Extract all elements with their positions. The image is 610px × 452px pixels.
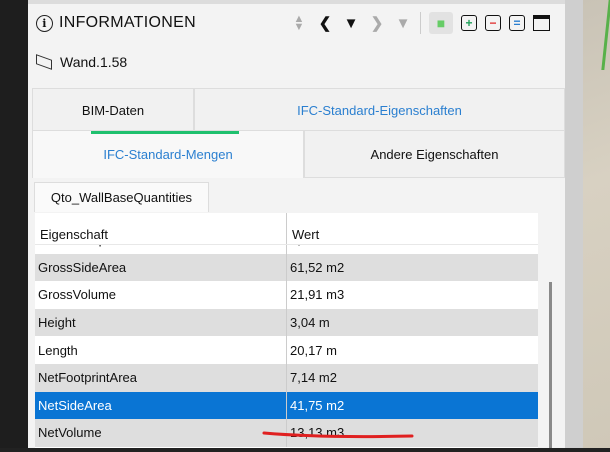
table-row[interactable]: NetSideArea 41,75 m2 xyxy=(35,391,538,420)
panel-toolbar: ▲ ▼ ❮ ▼ ❯ ▼ ■ + − = xyxy=(290,12,550,34)
add-icon[interactable]: + xyxy=(461,15,477,31)
property-name: NetFootprintArea xyxy=(35,363,287,392)
property-value: 3,04 m xyxy=(290,315,330,331)
red-annotation-underline xyxy=(262,431,414,439)
tab-bim-daten[interactable]: BIM-Daten xyxy=(32,88,194,132)
dropdown-disabled-icon[interactable]: ▼ xyxy=(394,12,412,34)
window-icon[interactable] xyxy=(533,15,550,31)
table-row[interactable]: GrossSideArea 61,52 m2 xyxy=(35,253,538,282)
remove-icon[interactable]: − xyxy=(485,15,501,31)
table-row[interactable]: Length 20,17 m xyxy=(35,336,538,364)
panel-header: i INFORMATIONEN xyxy=(36,14,196,32)
property-value: 41,75 m2 xyxy=(290,397,345,413)
info-icon: i xyxy=(36,14,53,32)
scrollbar[interactable] xyxy=(549,282,552,452)
property-name: Length xyxy=(35,336,287,364)
tab-label: IFC-Standard-Mengen xyxy=(103,147,233,162)
property-value: 7,14 m2 xyxy=(290,370,337,386)
equal-icon[interactable]: = xyxy=(509,15,525,31)
tab-ifc-standard-mengen[interactable]: IFC-Standard-Mengen xyxy=(32,130,304,178)
properties-table: Eigenschaft Wert GrossFootprintArea7,14 … xyxy=(35,213,538,452)
property-value: 61,52 m2 xyxy=(290,259,345,275)
dropdown-icon[interactable]: ▼ xyxy=(342,12,360,34)
property-name: NetSideArea xyxy=(35,391,287,420)
property-value: 21,91 m3 xyxy=(290,287,345,303)
property-value: 20,17 m xyxy=(290,342,337,358)
selected-object: Wand.1.58 xyxy=(36,54,127,70)
table-row[interactable]: GrossVolume 21,91 m3 xyxy=(35,281,538,309)
panel-title: INFORMATIONEN xyxy=(59,14,196,31)
sort-updown-icon[interactable]: ▲ ▼ xyxy=(290,12,308,34)
property-name: NetVolume xyxy=(35,419,287,447)
bottom-edge xyxy=(0,448,610,452)
table-body: GrossFootprintArea7,14 m2GrossSideArea61… xyxy=(35,226,538,447)
property-name: GrossSideArea xyxy=(35,253,287,282)
object-name: Wand.1.58 xyxy=(60,54,128,70)
tab-row-2: IFC-Standard-Mengen Andere Eigenschaften xyxy=(32,130,565,178)
subtab-label: Qto_WallBaseQuantities xyxy=(50,190,193,205)
objects-selection-icon[interactable]: ■ xyxy=(429,12,453,34)
tab-label: IFC-Standard-Eigenschaften xyxy=(297,102,462,118)
table-row[interactable]: Height 3,04 m xyxy=(35,308,538,337)
column-header-eigenschaft[interactable]: Eigenschaft xyxy=(35,213,287,244)
tab-label: BIM-Daten xyxy=(81,102,145,118)
table-header: Eigenschaft Wert xyxy=(35,213,538,245)
next-icon[interactable]: ❯ xyxy=(368,12,386,34)
toolbar-divider xyxy=(420,12,421,34)
property-name: GrossVolume xyxy=(35,281,287,309)
tab-row-1: BIM-Daten IFC-Standard-Eigenschaften xyxy=(32,88,565,132)
subtab-qto-wallbasequantities[interactable]: Qto_WallBaseQuantities xyxy=(34,182,209,212)
column-header-wert[interactable]: Wert xyxy=(287,213,319,244)
property-name: Height xyxy=(35,308,287,337)
previous-icon[interactable]: ❮ xyxy=(316,12,334,34)
panel-splitter[interactable] xyxy=(565,0,583,452)
wall-icon xyxy=(36,54,52,70)
tab-ifc-standard-eigenschaften[interactable]: IFC-Standard-Eigenschaften xyxy=(194,88,565,132)
table-row[interactable]: NetFootprintArea 7,14 m2 xyxy=(35,363,538,392)
3d-viewport[interactable] xyxy=(583,0,610,452)
tab-label: Andere Eigenschaften xyxy=(370,146,499,162)
tab-andere-eigenschaften[interactable]: Andere Eigenschaften xyxy=(304,130,565,178)
